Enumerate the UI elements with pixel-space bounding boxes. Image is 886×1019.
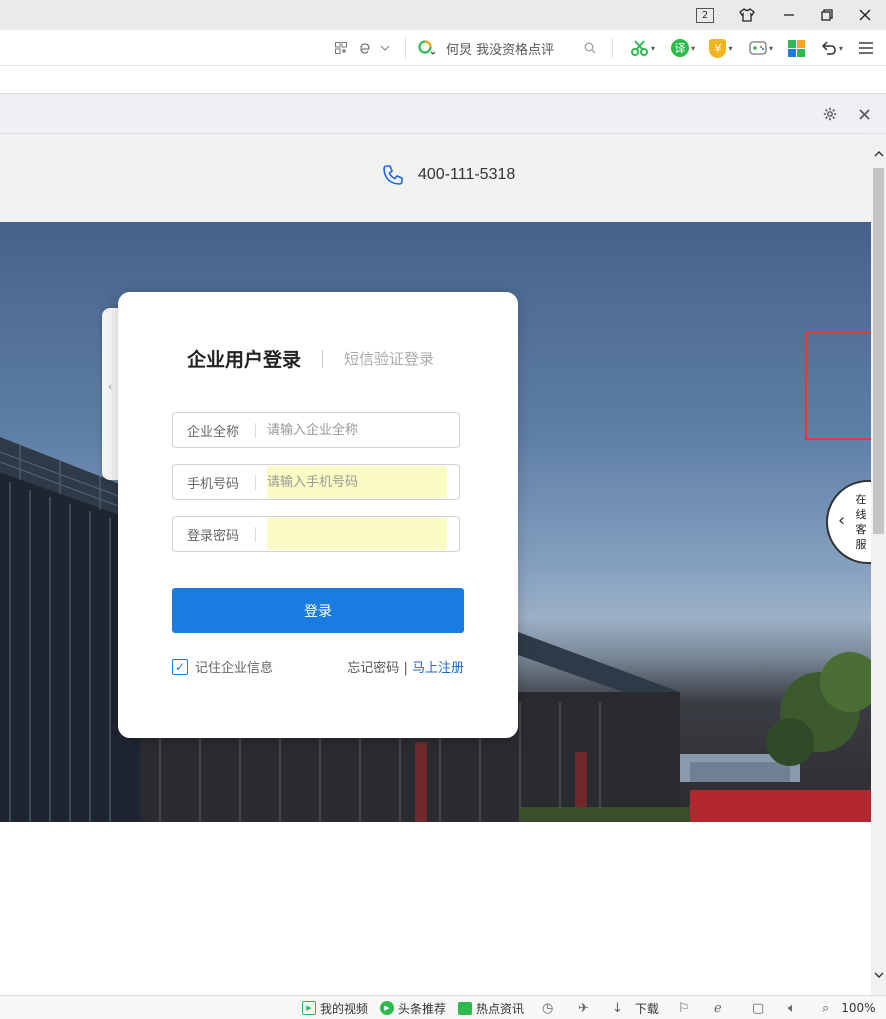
apps-grid-icon[interactable]	[786, 30, 806, 66]
translate-badge: 译	[670, 39, 689, 57]
shield-badge: ¥	[709, 38, 727, 58]
tab-sms-login[interactable]: 短信验证登录	[344, 348, 434, 369]
browser-toolbar: 何炅 我没资格点评 ▾ 译 ▾ ¥ ▾ ▾ ▾	[0, 30, 886, 66]
toolbar-separator	[612, 38, 613, 58]
scroll-up-arrow-icon[interactable]	[871, 146, 886, 161]
restore-icon[interactable]	[808, 0, 846, 30]
pin-icon[interactable]: ✈	[578, 996, 589, 1019]
notification-bar	[0, 94, 886, 134]
undo-close-icon[interactable]: ▾	[816, 30, 848, 66]
chevron-left-icon: ‹	[108, 380, 113, 393]
qr-code-icon[interactable]	[333, 30, 349, 66]
phone-icon	[383, 165, 403, 185]
video-play-icon: ▶	[302, 1001, 316, 1015]
news-icon	[458, 1001, 472, 1015]
tab-count-button[interactable]: 2	[686, 0, 724, 30]
game-controller-icon[interactable]: ▾	[744, 30, 778, 66]
login-button[interactable]: 登录	[172, 588, 464, 633]
scroll-down-arrow-icon[interactable]	[871, 967, 886, 982]
phone-number-input[interactable]	[267, 466, 447, 498]
menu-icon[interactable]	[856, 30, 876, 66]
screenshot-scissors-icon[interactable]: ▾	[626, 30, 660, 66]
forgot-password-link[interactable]: 忘记密码	[347, 661, 399, 676]
speedup-icon[interactable]: ◷	[542, 996, 553, 1019]
vertical-scrollbar[interactable]	[871, 134, 886, 995]
tab-divider	[322, 349, 324, 368]
download-label: 下载	[634, 1001, 659, 1016]
phone-number-field: 手机号码	[172, 464, 460, 500]
my-videos-label: 我的视频	[320, 1001, 369, 1016]
search-icon[interactable]	[580, 30, 600, 66]
translate-icon[interactable]: 译 ▾	[666, 30, 700, 66]
password-input[interactable]	[267, 518, 447, 550]
title-bar: 2	[0, 0, 886, 30]
page-viewport: 400-111-5318 ‹ 企业用户登录 短信验证登录 企业全称 请输入企业全…	[0, 134, 871, 995]
zoom-level: 100%	[841, 1001, 876, 1015]
phone-number-label: 手机号码	[187, 476, 240, 492]
phone-number: 400-111-5318	[418, 166, 516, 183]
company-name-input[interactable]	[267, 414, 447, 446]
hot-search-suggestion[interactable]: 何炅 我没资格点评	[446, 30, 566, 66]
volume-icon[interactable]: 🔈︎	[788, 996, 796, 1019]
search-prefix: 何炅	[446, 42, 473, 58]
flag-icon[interactable]: ⚐	[678, 996, 690, 1019]
search-suggestion: 我没资格点评	[476, 42, 555, 58]
headlines-label: 头条推荐	[398, 1001, 447, 1016]
tab-count: 2	[696, 7, 714, 23]
browser-ie-icon[interactable]: ℯ	[714, 996, 722, 1019]
download-arrow-icon: ↓	[612, 1000, 623, 1016]
hotline: 400-111-5318	[382, 164, 515, 186]
window-icon[interactable]: ▢	[752, 996, 764, 1019]
toolbar-separator	[405, 38, 406, 58]
field-divider	[255, 526, 256, 542]
password-field: 登录密码	[172, 516, 460, 552]
status-bar: ▶ 我的视频 ▶ 头条推荐 热点资讯 ◷ ✈ ↓ 下载 ⚐ ℯ ▢ 🔈︎ ⌕ 1…	[0, 995, 886, 1019]
security-shield-icon[interactable]: ¥ ▾	[704, 30, 738, 66]
zoom-button[interactable]: ⌕ 100%	[822, 996, 876, 1019]
ie-compat-icon[interactable]	[355, 30, 373, 66]
bookmark-bar	[0, 66, 886, 94]
search-engine-icon[interactable]	[414, 30, 440, 66]
account-links: 忘记密码 | 马上注册	[347, 657, 464, 676]
close-notification-icon[interactable]	[854, 104, 874, 124]
skin-icon[interactable]	[728, 0, 766, 30]
zoom-icon: ⌕	[822, 1000, 830, 1016]
remember-label: 记住企业信息	[195, 661, 274, 676]
address-dropdown-icon[interactable]	[377, 30, 393, 66]
headlines-button[interactable]: ▶ 头条推荐	[380, 996, 446, 1019]
hot-news-label: 热点资讯	[476, 1001, 525, 1016]
remember-company-option[interactable]: ✓ 记住企业信息	[172, 657, 273, 676]
remember-checkbox[interactable]: ✓	[172, 658, 188, 675]
field-divider	[255, 422, 256, 438]
my-videos-button[interactable]: ▶ 我的视频	[302, 996, 368, 1019]
scroll-thumb[interactable]	[873, 168, 884, 534]
login-card: 企业用户登录 短信验证登录 企业全称 手机号码 登录密码 登录 ✓ 记住企业信息…	[118, 292, 518, 738]
company-name-field: 企业全称	[172, 412, 460, 448]
header-strip: 400-111-5318	[0, 134, 871, 222]
headline-play-icon: ▶	[380, 1001, 394, 1015]
link-separator: |	[403, 661, 408, 676]
company-name-label: 企业全称	[187, 424, 240, 440]
download-button[interactable]: ↓ 下载	[612, 996, 659, 1019]
chevron-left-icon: ‹	[838, 510, 846, 531]
close-window-icon[interactable]	[846, 0, 884, 30]
minimize-icon[interactable]	[770, 0, 808, 30]
hot-news-button[interactable]: 热点资讯	[458, 996, 524, 1019]
tab-enterprise-login[interactable]: 企业用户登录	[187, 345, 301, 372]
register-link[interactable]: 马上注册	[412, 661, 464, 676]
login-tabs: 企业用户登录 短信验证登录	[187, 345, 434, 372]
field-divider	[255, 474, 256, 490]
customer-service-label: 在 线 客 服	[855, 493, 867, 551]
settings-gear-icon[interactable]	[820, 104, 840, 124]
password-label: 登录密码	[187, 528, 240, 544]
